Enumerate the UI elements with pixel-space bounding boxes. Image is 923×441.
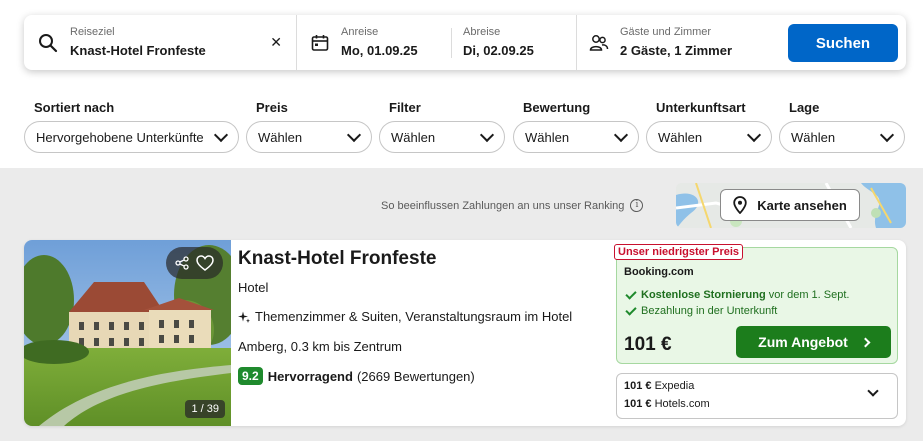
hotel-photo[interactable]: 1 / 39 [24, 240, 231, 426]
search-button[interactable]: Suchen [788, 24, 898, 62]
checkout-label: Abreise [463, 26, 501, 38]
select-value: Wählen [791, 129, 836, 145]
destination-label: Reiseziel [70, 26, 115, 38]
other-offer: 101 € Expedia [624, 380, 694, 392]
date-fields: Anreise Mo, 01.09.25 Abreise Di, 02.09.2… [297, 15, 576, 70]
select-value: Hervorgehobene Unterkünfte [36, 129, 204, 145]
best-deal-box: Unser niedrigster Preis Booking.com Kost… [614, 244, 898, 364]
guests-value: 2 Gäste, 1 Zimmer [620, 43, 732, 58]
clear-icon[interactable]: ✕ [270, 34, 282, 51]
rating-select[interactable]: Wählen [513, 121, 639, 153]
filter-sort: Sortiert nach Hervorgehobene Unterkünfte [24, 100, 239, 153]
rating-word: Hervorragend [267, 368, 353, 384]
filter-label: Sortiert nach [34, 100, 115, 115]
property-type-select[interactable]: Wählen [646, 121, 772, 153]
filter-rating: Bewertung Wählen [513, 100, 639, 153]
chevron-down-icon [879, 127, 895, 142]
guests-icon [589, 34, 609, 51]
hotel-name[interactable]: Knast-Hotel Fronfeste [238, 248, 436, 270]
checkin-label: Anreise [341, 26, 379, 38]
filter-price: Preis Wählen [246, 100, 372, 153]
view-deal-button[interactable]: Zum Angebot [736, 326, 891, 358]
checkin-value: Mo, 01.09.25 [341, 43, 418, 58]
other-offer: 101 € Hotels.com [624, 398, 710, 410]
search-bar: Reiseziel Knast-Hotel Fronfeste ✕ Anreis… [24, 15, 906, 70]
filter-filter: Filter Wählen [379, 100, 505, 153]
filter-label: Filter [389, 100, 421, 115]
view-map-label: Karte ansehen [757, 197, 847, 213]
price-select[interactable]: Wählen [246, 121, 372, 153]
results-area: So beeinflussen Zahlungen an uns unser R… [0, 168, 923, 441]
rating-score-badge: 9.2 [238, 367, 263, 385]
filter-label: Lage [789, 100, 820, 115]
chevron-down-icon [213, 127, 229, 142]
check-icon [625, 287, 637, 300]
filter-bar: Sortiert nach Hervorgehobene Unterkünfte… [24, 100, 906, 154]
other-offers-dropdown[interactable]: 101 € Expedia 101 € Hotels.com [616, 373, 898, 419]
hotel-card[interactable]: 1 / 39 Knast-Hotel Fronfeste Hotel Theme… [24, 240, 906, 426]
review-count: (2669 Bewertungen) [356, 368, 475, 384]
amenities-text: Themenzimmer & Suiten, Veranstaltungsrau… [255, 309, 573, 324]
checkout-field[interactable]: Abreise Di, 02.09.25 [463, 26, 534, 59]
offer-provider: Expedia [654, 380, 695, 392]
ranking-note[interactable]: So beeinflussen Zahlungen an uns unser R… [381, 199, 644, 212]
map-pin-icon [733, 196, 747, 214]
offer-provider: Hotels.com [654, 398, 710, 410]
select-value: Wählen [258, 129, 303, 145]
destination-value: Knast-Hotel Fronfeste [70, 43, 206, 58]
select-value: Wählen [658, 129, 703, 145]
chevron-down-icon [479, 127, 495, 142]
location-select[interactable]: Wählen [779, 121, 905, 153]
deal-feature-cancellation: Kostenlose Stornierung vor dem 1. Sept. [625, 287, 850, 301]
filter-property-type: Unterkunftsart Wählen [646, 100, 772, 153]
deal-feature-payment: Bezahlung in der Unterkunft [625, 303, 778, 317]
checkout-value: Di, 02.09.25 [463, 43, 534, 58]
offer-price: 101 € [624, 398, 652, 410]
filter-select[interactable]: Wählen [379, 121, 505, 153]
calendar-icon [311, 34, 329, 51]
chevron-down-icon [346, 127, 362, 142]
chevron-down-icon [867, 385, 879, 397]
check-icon [625, 303, 637, 316]
chevron-down-icon [746, 127, 762, 142]
deal-price: 101 € [624, 334, 672, 355]
hotel-type: Hotel [238, 280, 269, 295]
feature-bold: Kostenlose Stornierung [641, 289, 766, 301]
destination-field[interactable]: Reiseziel Knast-Hotel Fronfeste ✕ [24, 15, 296, 70]
feature-rest: vor dem 1. Sept. [765, 289, 850, 301]
lowest-price-badge: Unser niedrigster Preis [614, 244, 744, 260]
select-value: Wählen [391, 129, 436, 145]
guests-field[interactable]: Gäste und Zimmer 2 Gäste, 1 Zimmer [577, 15, 787, 70]
hotel-rating[interactable]: 9.2 Hervorragend (2669 Bewertungen) [238, 367, 475, 385]
offer-price: 101 € [624, 380, 652, 392]
search-icon [39, 33, 58, 52]
photo-counter: 1 / 39 [185, 400, 225, 418]
view-map-button[interactable]: Karte ansehen [720, 189, 860, 221]
view-deal-label: Zum Angebot [758, 334, 848, 350]
guests-label: Gäste und Zimmer [620, 26, 712, 38]
filter-label: Bewertung [523, 100, 591, 115]
chevron-right-icon [860, 337, 871, 347]
photo-actions [166, 247, 223, 279]
info-icon[interactable]: i [630, 199, 644, 212]
share-icon[interactable] [175, 256, 189, 270]
hotel-location: Amberg, 0.3 km bis Zentrum [238, 339, 402, 354]
map-preview[interactable]: Karte ansehen [676, 183, 906, 228]
deal-provider: Booking.com [624, 266, 694, 278]
sort-select[interactable]: Hervorgehobene Unterkünfte [24, 121, 239, 153]
filter-label: Preis [256, 100, 288, 115]
select-value: Wählen [525, 129, 570, 145]
heart-icon[interactable] [195, 255, 214, 271]
filter-label: Unterkunftsart [656, 100, 746, 115]
sparkle-icon [238, 311, 250, 323]
feature-text: Bezahlung in der Unterkunft [641, 305, 778, 317]
hotel-amenities: Themenzimmer & Suiten, Veranstaltungsrau… [238, 309, 572, 324]
filter-location: Lage Wählen [779, 100, 905, 153]
ranking-note-text: So beeinflussen Zahlungen an uns unser R… [381, 199, 625, 212]
checkin-field[interactable]: Anreise Mo, 01.09.25 [341, 26, 452, 58]
chevron-down-icon [613, 127, 629, 142]
